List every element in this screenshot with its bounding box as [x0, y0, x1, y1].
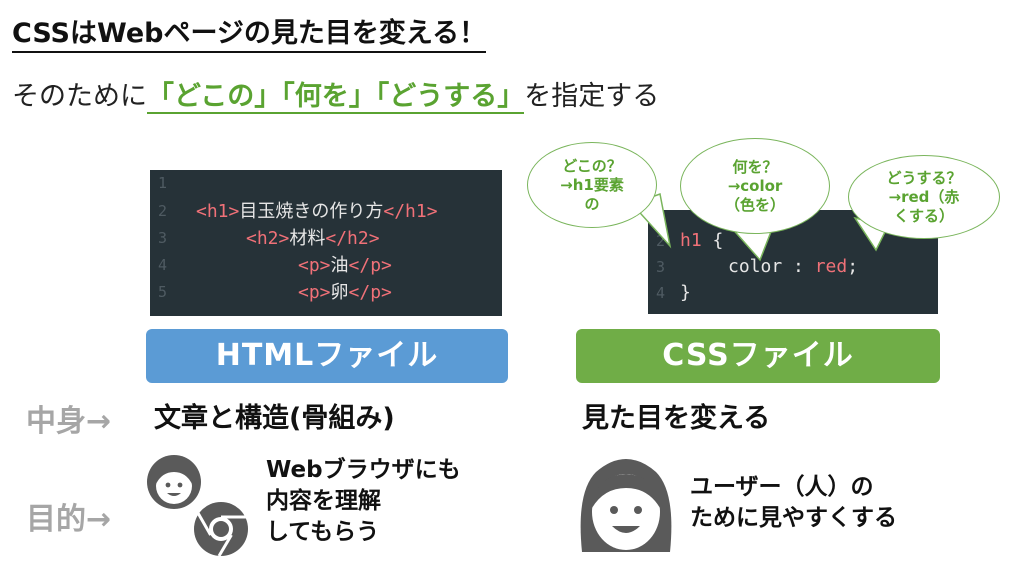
chrome-browser-icon	[194, 502, 248, 557]
code-tag-open: <h1>	[196, 201, 240, 222]
code-text: 材料	[289, 228, 326, 249]
line-number: 1	[158, 174, 168, 192]
html-purpose-text: Webブラウザにも 内容を理解 してもらう	[266, 455, 461, 548]
code-tag-open: <p>	[298, 255, 331, 276]
css-purpose-line: ために見やすくする	[690, 505, 897, 531]
code-text: 目玉焼きの作り方	[239, 201, 384, 222]
html-purpose-line: 内容を理解	[266, 488, 381, 514]
subtitle-prefix: そのために	[12, 81, 147, 112]
css-content-text: 見た目を変える	[582, 403, 771, 434]
code-line: <p>油</p>	[298, 251, 392, 277]
css-close-line: }	[680, 282, 691, 303]
code-text: 油	[330, 255, 349, 276]
code-tag-close: </h1>	[383, 201, 438, 222]
html-purpose-line: してもらう	[266, 519, 380, 545]
css-purpose-line: ユーザー（人）の	[690, 474, 874, 500]
line-number: 2	[158, 202, 168, 220]
purpose-label: 目的→	[26, 502, 112, 537]
code-tag-close: </h2>	[325, 228, 380, 249]
html-code-block: 1 2 3 4 5 <h1>目玉焼きの作り方</h1> <h2>材料</h2> …	[150, 170, 502, 316]
code-tag-close: </p>	[348, 255, 392, 276]
slide-subtitle: そのために「どこの」「何を」「どうする」を指定する	[12, 80, 659, 114]
line-number: 4	[656, 284, 666, 302]
code-tag-close: </p>	[348, 282, 392, 303]
code-tag-open: <p>	[298, 282, 331, 303]
css-close-brace: }	[680, 282, 691, 303]
subtitle-what: 「何を」	[281, 81, 376, 114]
person-face-icon	[580, 459, 672, 552]
line-number: 4	[158, 256, 168, 274]
css-purpose-text: ユーザー（人）の ために見やすくする	[690, 472, 897, 534]
line-number: 5	[158, 283, 168, 301]
content-label: 中身→	[26, 404, 112, 439]
speech-bubble-where: どこの？ →h1要素 の	[527, 142, 657, 228]
slide-title: CSSはWebページの見た目を変える！	[12, 18, 487, 53]
speech-bubble-what: 何を？ →color （色を）	[680, 138, 830, 234]
html-purpose-line: Webブラウザにも	[266, 457, 461, 483]
subtitle-suffix: を指定する	[524, 81, 660, 112]
html-content-text: 文章と構造(骨組み)	[154, 403, 395, 434]
code-line: <p>卵</p>	[298, 278, 392, 304]
css-file-banner: CSSファイル	[576, 329, 940, 383]
subtitle-how: 「どうする」	[375, 81, 525, 114]
code-line: <h2>材料</h2>	[246, 224, 380, 250]
speech-bubble-how: どうする？ →red（赤 くする）	[848, 155, 1000, 239]
code-line: <h1>目玉焼きの作り方</h1>	[196, 197, 438, 223]
code-text: 卵	[330, 282, 349, 303]
subtitle-where: 「どこの」	[147, 81, 282, 114]
code-tag-open: <h2>	[246, 228, 290, 249]
line-number: 3	[158, 229, 168, 247]
html-file-banner: HTMLファイル	[146, 329, 508, 383]
